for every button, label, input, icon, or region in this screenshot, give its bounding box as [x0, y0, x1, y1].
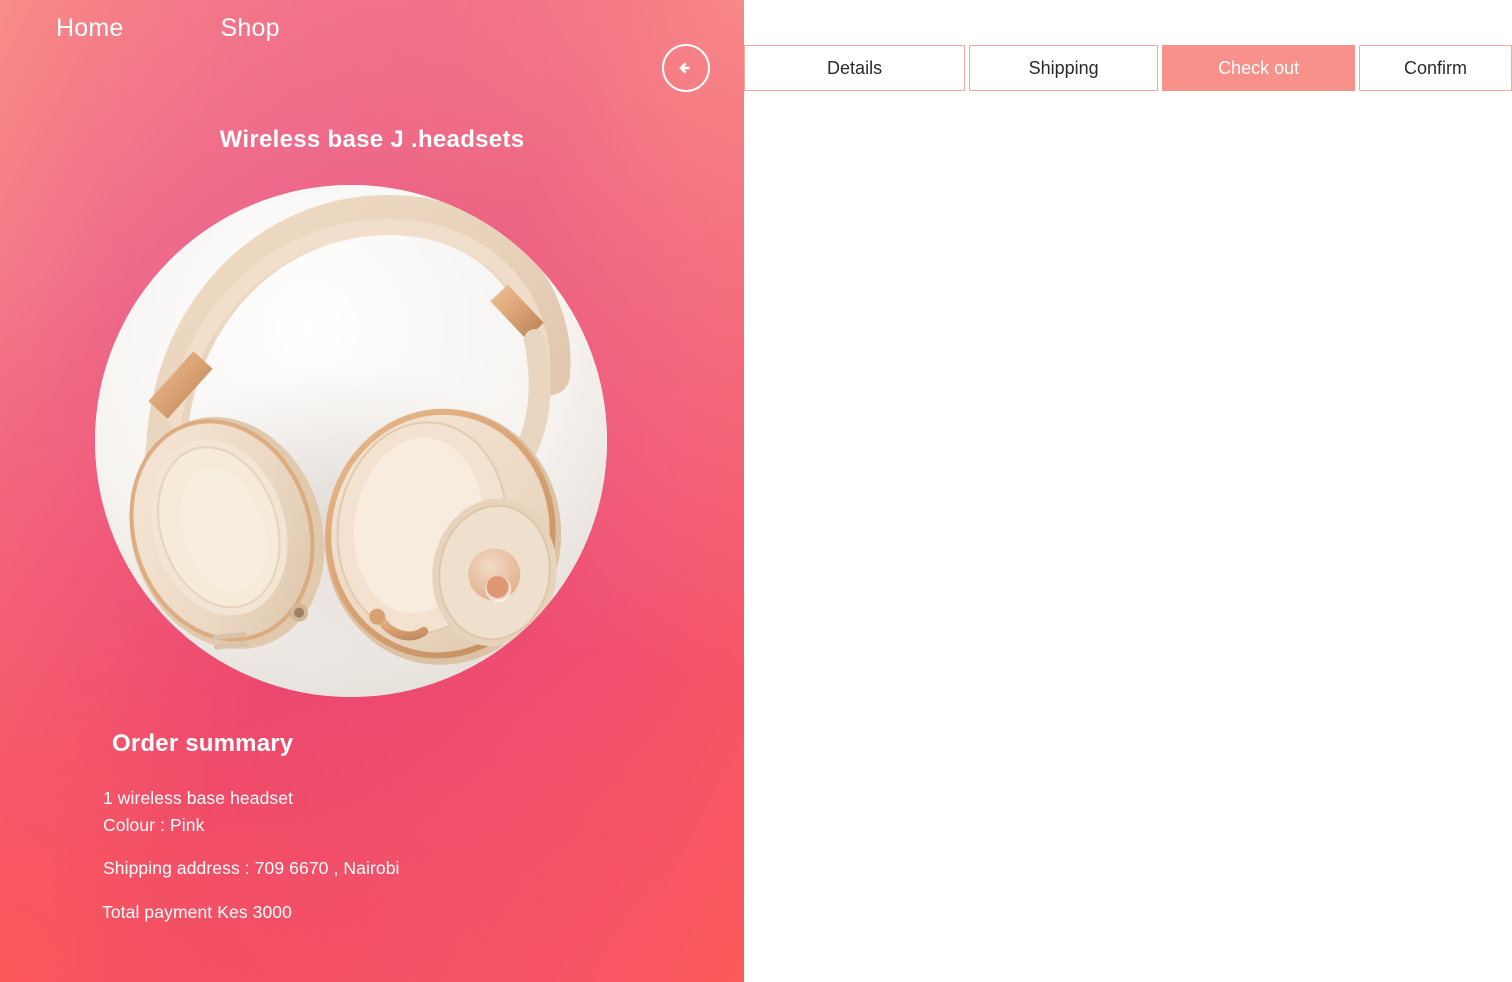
product-image — [95, 185, 607, 697]
tab-check-out[interactable]: Check out — [1162, 45, 1356, 91]
tab-confirm[interactable]: Confirm — [1359, 45, 1512, 91]
order-summary: Order summary 1 wireless base headset Co… — [102, 730, 400, 926]
arrow-left-circle-icon — [674, 56, 698, 80]
checkout-form-panel: Details Shipping Check out Confirm Payme… — [744, 0, 1512, 982]
summary-item: 1 wireless base headset — [103, 788, 294, 808]
summary-colour: Colour : Pink — [103, 815, 205, 836]
nav-link-home[interactable]: Home — [56, 14, 124, 43]
checkout-page: Home Shop Wireless base J .headsets Orde… — [0, 0, 1512, 982]
tab-details[interactable]: Details — [744, 45, 966, 91]
back-button[interactable] — [662, 44, 710, 92]
summary-total-payment: Total payment Kes 3000 — [102, 902, 292, 923]
checkout-steps-tabs: Details Shipping Check out Confirm — [744, 45, 1512, 91]
tab-shipping[interactable]: Shipping — [969, 45, 1159, 91]
main-navigation: Home Shop — [56, 14, 280, 43]
summary-shipping-address: Shipping address : 709 6670 , Nairobi — [103, 857, 400, 878]
nav-link-shop[interactable]: Shop — [221, 14, 280, 43]
order-summary-title: Order summary — [112, 730, 294, 757]
page-title: Wireless base J .headsets — [219, 126, 525, 153]
product-summary-panel: Home Shop Wireless base J .headsets Orde… — [0, 0, 744, 982]
